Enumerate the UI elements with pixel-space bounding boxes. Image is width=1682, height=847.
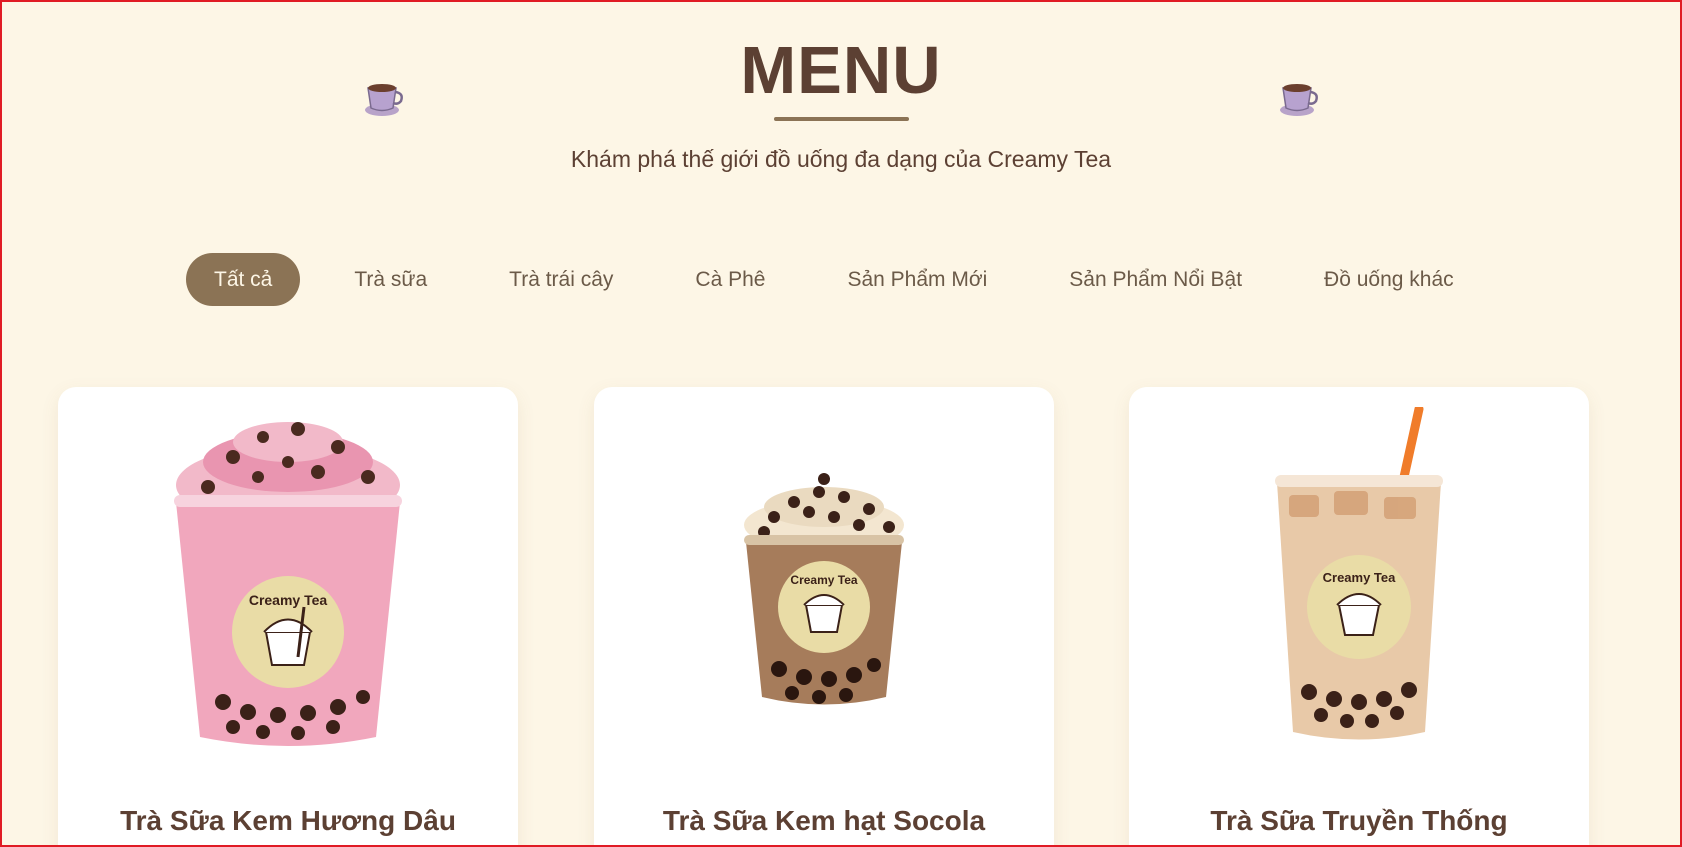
tab-featured-products[interactable]: Sản Phẩm Nổi Bật <box>1041 253 1270 306</box>
title-underline <box>774 117 909 121</box>
strawberry-cream-milk-tea-image: Creamy Tea <box>174 422 402 746</box>
category-tabs: Tất cả Trà sữa Trà trái cây Cà Phê Sản P… <box>186 253 1508 306</box>
product-name: Trà Sữa Kem Hương Dâu <box>120 805 456 836</box>
tab-fruit-tea[interactable]: Trà trái cây <box>481 253 641 306</box>
page-subtitle: Khám phá thế giới đồ uống đa dạng của Cr… <box>570 146 1112 172</box>
tab-coffee[interactable]: Cà Phê <box>667 253 793 306</box>
traditional-milk-tea-image: Creamy Tea <box>1275 407 1443 740</box>
tab-other-drinks[interactable]: Đồ uống khác <box>1296 253 1482 306</box>
svg-text:Creamy Tea: Creamy Tea <box>249 592 328 608</box>
page: MENU Khám phá thế giới đồ uống đa dạng c… <box>0 0 1682 847</box>
page-title: MENU <box>740 33 942 108</box>
svg-text:Creamy Tea: Creamy Tea <box>790 573 857 587</box>
svg-text:Creamy Tea: Creamy Tea <box>1323 570 1397 585</box>
product-card[interactable]: Creamy Tea Trà Sữa Kem Hương Dâu <box>58 387 518 845</box>
product-name: Trà Sữa Kem hạt Socola <box>662 805 986 836</box>
product-card[interactable]: Creamy Tea Trà Sữa Truyền Thống <box>1129 387 1589 845</box>
chocolate-cream-milk-tea-image: Creamy Tea <box>744 473 904 705</box>
tab-new-products[interactable]: Sản Phẩm Mới <box>819 253 1015 306</box>
product-card[interactable]: Creamy Tea Trà Sữa Kem hạt Socola <box>594 387 1054 845</box>
product-name: Trà Sữa Truyền Thống <box>1210 805 1508 836</box>
tab-all[interactable]: Tất cả <box>186 253 301 306</box>
tab-milk-tea[interactable]: Trà sữa <box>326 253 455 306</box>
